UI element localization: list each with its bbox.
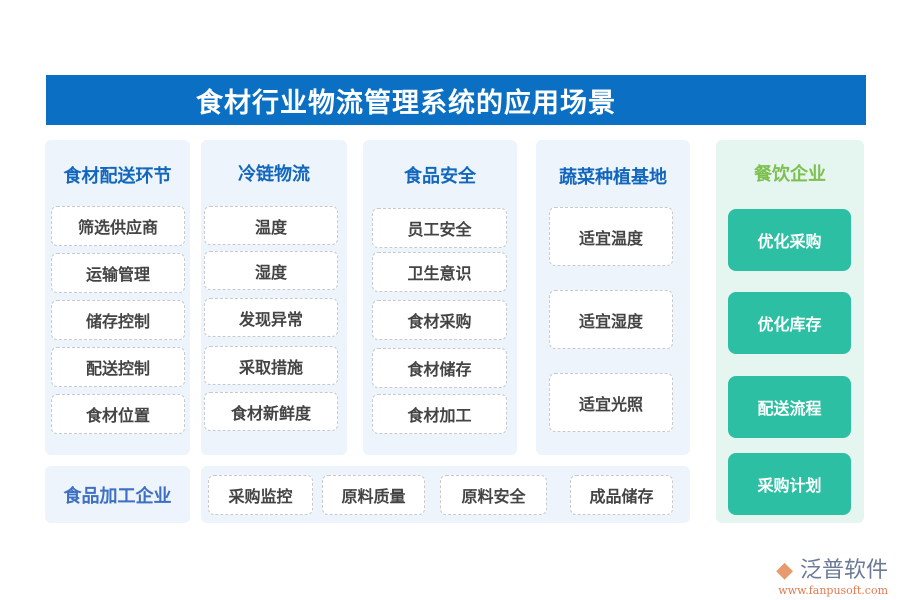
column-item: 食材采购 bbox=[372, 300, 507, 340]
processing-item: 采购监控 bbox=[208, 475, 313, 515]
column-title: 食品安全 bbox=[404, 166, 476, 187]
catering-item: 配送流程 bbox=[728, 376, 851, 438]
column-item: 食材位置 bbox=[51, 394, 185, 434]
column-title: 冷链物流 bbox=[238, 164, 310, 185]
column-item: 食材加工 bbox=[372, 394, 507, 434]
column-item: 温度 bbox=[204, 206, 338, 245]
column-item: 运输管理 bbox=[51, 253, 185, 293]
column-item: 员工安全 bbox=[372, 208, 507, 248]
column-item: 湿度 bbox=[204, 251, 338, 290]
logo-name: 泛普软件 bbox=[799, 558, 888, 583]
column-title: 食材配送环节 bbox=[63, 166, 172, 187]
processing-title: 食品加工企业 bbox=[63, 485, 172, 507]
processing-item: 原料质量 bbox=[322, 475, 425, 515]
processing-panel: 食品加工企业 bbox=[45, 466, 190, 523]
catering-item: 采购计划 bbox=[728, 453, 851, 515]
processing-item: 原料安全 bbox=[440, 475, 547, 515]
column-item: 筛选供应商 bbox=[51, 206, 185, 246]
catering-item: 优化库存 bbox=[728, 292, 851, 354]
processing-item: 成品储存 bbox=[570, 475, 673, 515]
catering-item: 优化采购 bbox=[728, 209, 851, 271]
column-item: 采取措施 bbox=[204, 346, 338, 385]
page-title: 食材行业物流管理系统的应用场景 bbox=[46, 75, 866, 125]
column-item: 食材新鲜度 bbox=[204, 392, 338, 431]
catering-title: 餐饮企业 bbox=[754, 164, 826, 185]
column-item: 适宜光照 bbox=[549, 373, 673, 432]
logo-url: www.fanpusoft.com bbox=[778, 584, 888, 597]
column-item: 适宜湿度 bbox=[549, 290, 673, 349]
logo-icon: ◆ bbox=[776, 558, 793, 583]
column-title: 蔬菜种植基地 bbox=[559, 167, 667, 188]
column-item: 储存控制 bbox=[51, 300, 185, 340]
column-item: 食材储存 bbox=[372, 348, 507, 388]
column-item: 发现异常 bbox=[204, 298, 338, 337]
column-item: 适宜温度 bbox=[549, 207, 673, 266]
column-item: 卫生意识 bbox=[372, 252, 507, 292]
column-item: 配送控制 bbox=[51, 347, 185, 387]
logo: ◆ 泛普软件 www.fanpusoft.com bbox=[776, 552, 888, 597]
